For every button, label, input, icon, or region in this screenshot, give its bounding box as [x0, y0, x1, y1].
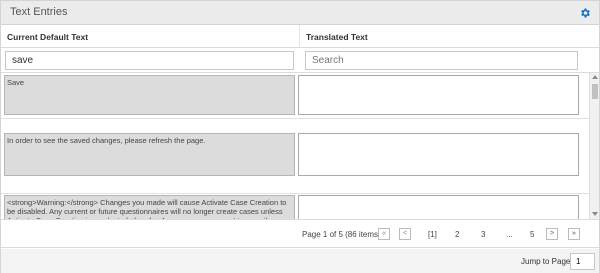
- default-text-cell: Save: [4, 75, 295, 115]
- jump-to-page-input[interactable]: [570, 253, 595, 270]
- default-text-filter-input[interactable]: [5, 51, 294, 70]
- pager-info: Page 1 of 5 (86 items): [302, 230, 381, 239]
- vertical-scrollbar[interactable]: [589, 73, 599, 219]
- double-chevron-left-icon[interactable]: «: [378, 228, 390, 240]
- page-ellipsis: ...: [506, 230, 513, 239]
- page-number-current[interactable]: [1]: [428, 230, 437, 239]
- table-row: In order to see the saved changes, pleas…: [1, 130, 589, 194]
- panel-title: Text Entries: [10, 6, 68, 18]
- chevron-right-icon[interactable]: >: [546, 228, 558, 240]
- default-text-cell: In order to see the saved changes, pleas…: [4, 133, 295, 176]
- text-entries-panel: Text Entries Current Default Text Transl…: [0, 0, 600, 273]
- translated-text-search-input[interactable]: [305, 51, 578, 70]
- translation-textarea[interactable]: [298, 133, 579, 176]
- page-number[interactable]: 2: [455, 230, 459, 239]
- filter-row: [1, 48, 599, 73]
- chevron-left-icon[interactable]: <: [399, 228, 411, 240]
- gear-icon[interactable]: [579, 7, 591, 19]
- column-header-translated-text[interactable]: Translated Text: [299, 25, 599, 48]
- translation-textarea[interactable]: [298, 195, 579, 219]
- column-header-current-default-text[interactable]: Current Default Text: [1, 25, 299, 48]
- page-number[interactable]: 3: [481, 230, 485, 239]
- scroll-down-icon[interactable]: [592, 212, 598, 216]
- scrollbar-thumb[interactable]: [592, 84, 598, 99]
- jump-to-page-bar: Jump to Page: [1, 249, 599, 273]
- page-number[interactable]: 5: [530, 230, 534, 239]
- scroll-up-icon[interactable]: [592, 75, 598, 79]
- pager: Page 1 of 5 (86 items) « < [1] 2 3 ... 5…: [1, 219, 599, 248]
- translation-textarea[interactable]: [298, 75, 579, 115]
- default-text-cell: <strong>Warning:</strong> Changes you ma…: [4, 195, 295, 219]
- jump-to-page-label: Jump to Page: [521, 257, 571, 266]
- panel-header: Text Entries: [1, 1, 599, 25]
- double-chevron-right-icon[interactable]: »: [568, 228, 580, 240]
- table-row: Save: [1, 73, 589, 119]
- grid-body: Save In order to see the saved changes, …: [1, 73, 589, 219]
- table-row: <strong>Warning:</strong> Changes you ma…: [1, 193, 589, 219]
